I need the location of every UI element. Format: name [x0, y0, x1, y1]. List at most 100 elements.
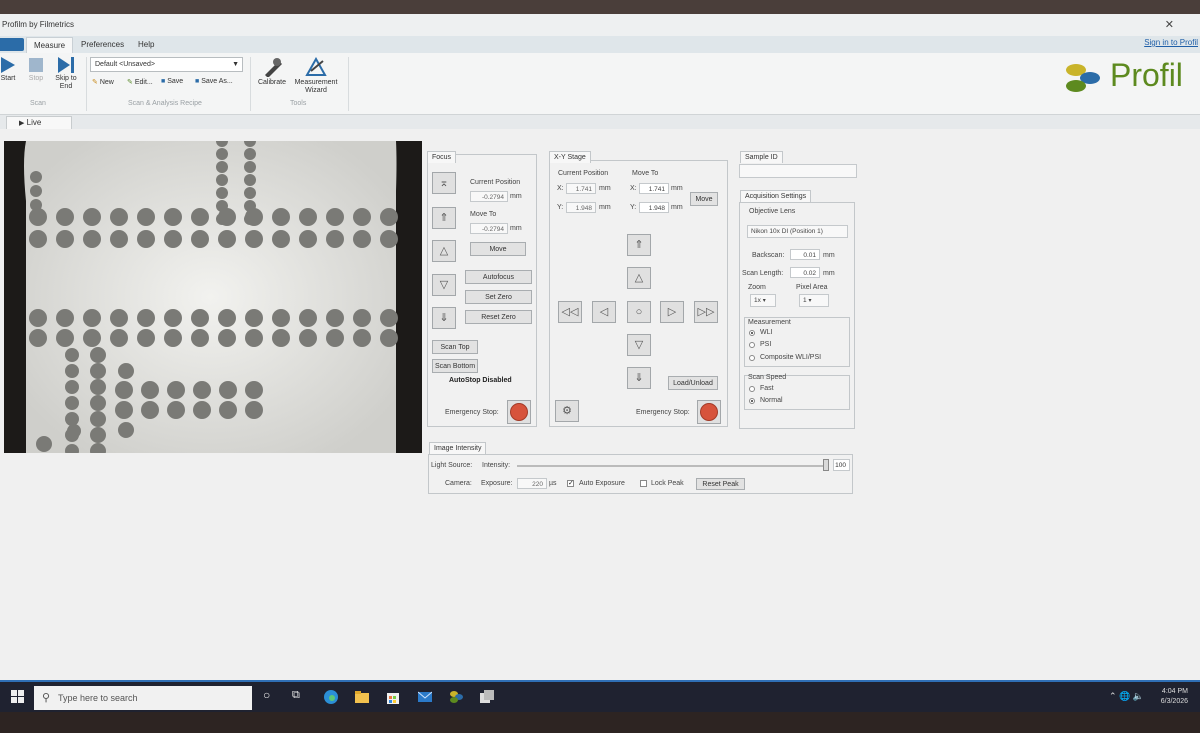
stage-settings-button[interactable]: ⚙: [555, 400, 579, 422]
focus-emergency-stop-button[interactable]: [507, 400, 531, 424]
play-small-icon: ▶: [19, 120, 25, 127]
task-view-icon[interactable]: ⧉: [292, 689, 306, 703]
intensity-field[interactable]: 100: [833, 459, 850, 471]
save-as-recipe-button[interactable]: ■ Save As...: [195, 78, 233, 85]
focus-down-button[interactable]: ▽: [432, 274, 456, 296]
recipe-select[interactable]: Default <Unsaved> ▼: [90, 57, 243, 72]
intensity-slider-thumb[interactable]: [823, 459, 829, 471]
composite-radio[interactable]: [749, 355, 755, 361]
stage-right-fast-button[interactable]: ▷▷: [694, 301, 718, 323]
calibrate-button[interactable]: Calibrate: [256, 57, 288, 87]
close-icon[interactable]: ✕: [1165, 18, 1174, 31]
tab-measure[interactable]: Measure: [26, 37, 74, 53]
save-recipe-button[interactable]: ■ Save: [161, 78, 183, 85]
app-taskbar-icon[interactable]: [480, 690, 494, 704]
intensity-slider-track[interactable]: [517, 465, 829, 467]
app-menu-button[interactable]: [0, 38, 24, 51]
sample-feature-dot: [191, 208, 209, 226]
save-as-icon: ■: [195, 78, 200, 85]
focus-panel-title: Focus: [427, 151, 457, 163]
reset-peak-button[interactable]: Reset Peak: [696, 478, 745, 490]
tab-preferences[interactable]: Preferences: [74, 39, 131, 50]
lock-peak-checkbox[interactable]: [640, 480, 647, 487]
sample-feature-dot: [353, 230, 371, 248]
taskbar-search-input[interactable]: ⚲ Type here to search: [34, 686, 252, 710]
normal-radio[interactable]: [749, 398, 755, 404]
windows-start-icon[interactable]: [11, 690, 25, 704]
sample-feature-dot: [90, 411, 106, 427]
focus-up-button[interactable]: △: [432, 240, 456, 262]
auto-exposure-checkbox[interactable]: ✓: [567, 480, 574, 487]
edit-recipe-button[interactable]: ✎ Edit...: [127, 78, 153, 86]
pixel-area-select[interactable]: 1 ▾: [799, 294, 829, 307]
stage-center-button[interactable]: ○: [627, 301, 651, 323]
scan-top-button[interactable]: Scan Top: [432, 340, 478, 354]
autofocus-button[interactable]: Autofocus: [465, 270, 532, 284]
objective-lens-select[interactable]: Nikon 10x DI (Position 1): [747, 225, 848, 238]
edge-icon[interactable]: [324, 690, 338, 704]
focus-top-button[interactable]: ⌅: [432, 172, 456, 194]
xy-move-button[interactable]: Move: [690, 192, 718, 206]
sample-feature-dot: [65, 364, 79, 378]
scan-group-label: Scan: [30, 100, 46, 107]
set-zero-button[interactable]: Set Zero: [465, 290, 532, 304]
zoom-select[interactable]: 1x ▾: [750, 294, 776, 307]
reset-zero-button[interactable]: Reset Zero: [465, 310, 532, 324]
measurement-wizard-button[interactable]: Measurement Wizard: [290, 57, 342, 95]
sample-feature-dot: [164, 309, 182, 327]
focus-down-fast-button[interactable]: ⇓: [432, 307, 456, 329]
profilm-taskbar-icon[interactable]: [449, 690, 463, 704]
triangle-up-icon: △: [634, 272, 644, 284]
stage-up-fast-button[interactable]: ⇑: [627, 234, 651, 256]
sample-feature-dot: [244, 148, 256, 160]
focus-move-button[interactable]: Move: [470, 242, 526, 256]
sample-id-field[interactable]: [739, 164, 857, 178]
sample-feature-dot: [299, 208, 317, 226]
stage-left-fast-button[interactable]: ◁◁: [558, 301, 582, 323]
sample-feature-dot: [30, 171, 42, 183]
stop-button[interactable]: Stop: [26, 57, 46, 83]
sample-feature-dot: [245, 208, 263, 226]
stage-right-button[interactable]: ▷: [660, 301, 684, 323]
wli-radio[interactable]: [749, 330, 755, 336]
psi-label: PSI: [760, 341, 772, 348]
stage-left-button[interactable]: ◁: [592, 301, 616, 323]
scan-length-field[interactable]: 0.02: [790, 267, 820, 278]
tab-help[interactable]: Help: [131, 39, 161, 50]
xy-moveto-x-field[interactable]: 1.741: [639, 183, 669, 194]
xy-emergency-stop-button[interactable]: [697, 400, 721, 424]
live-camera-view[interactable]: [4, 141, 422, 453]
sample-feature-dot: [118, 363, 134, 379]
start-button[interactable]: Start: [0, 57, 16, 83]
sample-feature-dot: [65, 396, 79, 410]
new-recipe-button[interactable]: ✎ New: [92, 78, 114, 86]
mail-icon[interactable]: [418, 690, 432, 704]
pixel-area-label: Pixel Area: [796, 284, 828, 291]
tab-live[interactable]: ▶ Live: [6, 116, 72, 129]
light-source-label: Light Source:: [431, 462, 473, 469]
psi-radio[interactable]: [749, 342, 755, 348]
focus-up-fast-button[interactable]: ⇑: [432, 207, 456, 229]
stage-down-fast-button[interactable]: ⇓: [627, 367, 651, 389]
system-tray[interactable]: ⌃ 🌐 🔈 4:04 PM 6/3/2026: [1109, 687, 1188, 707]
cortana-icon[interactable]: ○: [263, 688, 277, 702]
xy-panel-title: X-Y Stage: [549, 151, 591, 163]
fast-radio[interactable]: [749, 386, 755, 392]
store-icon[interactable]: [386, 690, 400, 704]
recipe-group-label: Scan & Analysis Recipe: [128, 100, 202, 107]
sample-feature-dot: [164, 230, 182, 248]
skip-to-end-button[interactable]: Skip to End: [52, 57, 80, 91]
triangle-right-icon: ▷: [667, 306, 677, 318]
file-explorer-icon[interactable]: [355, 690, 369, 704]
backscan-field[interactable]: 0.01: [790, 249, 820, 260]
stage-up-button[interactable]: △: [627, 267, 651, 289]
scan-bottom-button[interactable]: Scan Bottom: [432, 359, 478, 373]
load-unload-button[interactable]: Load/Unload: [668, 376, 718, 390]
logo-mark-icon: [1066, 64, 1100, 92]
xy-moveto-y-field[interactable]: 1.948: [639, 202, 669, 213]
stage-down-button[interactable]: ▽: [627, 334, 651, 356]
focus-moveto-field[interactable]: -0.2794: [470, 223, 508, 234]
sample-feature-dot: [218, 230, 236, 248]
sign-in-link[interactable]: Sign in to Profil: [1144, 38, 1198, 47]
measurement-label: Measurement: [748, 319, 791, 326]
